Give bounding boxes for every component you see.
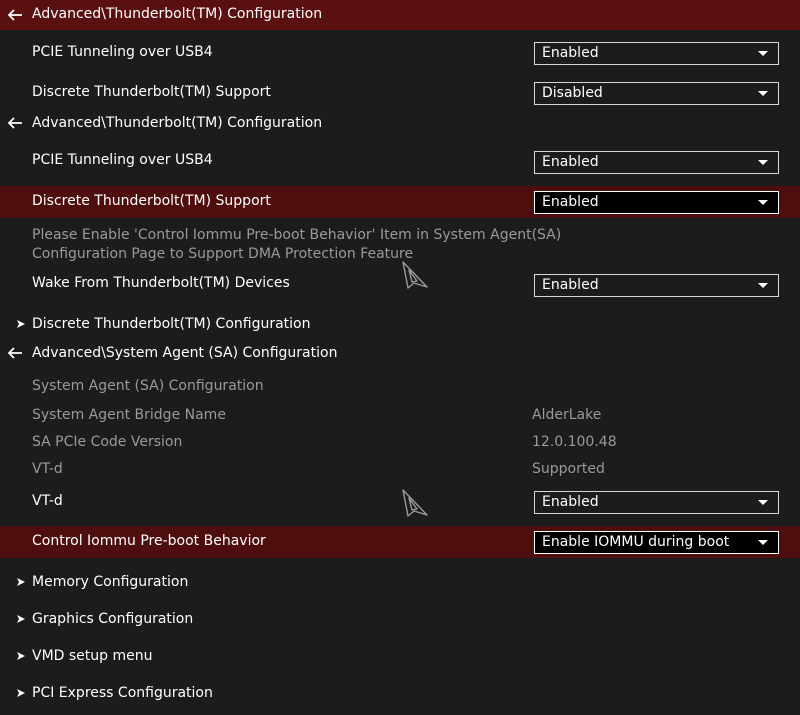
mouse-cursor-icon [402,489,428,517]
submenu-label: PCI Express Configuration [32,685,213,701]
mouse-cursor-icon [402,261,428,289]
chevron-right-icon [17,320,25,328]
info-row-bridge-name: System Agent Bridge Name AlderLake [0,402,800,428]
breadcrumb-path-3[interactable]: Advanced\System Agent (SA) Configuration [0,338,800,368]
info-label: VT-d [32,461,63,477]
submenu-label: Memory Configuration [32,574,189,590]
caret-down-icon [758,91,768,96]
setting-label: VT-d [32,493,63,509]
section-heading: System Agent (SA) Configuration [32,378,264,394]
info-value: AlderLake [532,407,602,423]
info-label: System Agent Bridge Name [32,407,226,423]
setting-row-discrete-tb-support-2[interactable]: Discrete Thunderbolt(TM) Support Enabled [0,186,800,218]
setting-label: Control Iommu Pre-boot Behavior [32,533,266,549]
submenu-label: VMD setup menu [32,648,153,664]
dropdown-value: Enabled [542,45,599,61]
discrete-tb-support-dropdown[interactable]: Enabled [534,191,779,214]
caret-down-icon [758,283,768,288]
help-text-line-2: Configuration Page to Support DMA Protec… [32,246,414,262]
iommu-preboot-dropdown[interactable]: Enable IOMMU during boot [534,531,779,554]
setting-label: Discrete Thunderbolt(TM) Support [32,84,271,100]
pcie-tunneling-dropdown[interactable]: Enabled [534,151,779,174]
dropdown-value: Enabled [542,494,599,510]
chevron-right-icon [17,578,25,586]
discrete-tb-support-dropdown[interactable]: Disabled [534,82,779,105]
setting-row-iommu-preboot[interactable]: Control Iommu Pre-boot Behavior Enable I… [0,526,800,558]
breadcrumb-text: Advanced\System Agent (SA) Configuration [32,345,338,361]
info-value: Supported [532,461,605,477]
info-row-pcie-code-version: SA PCIe Code Version 12.0.100.48 [0,429,800,455]
chevron-right-icon [17,615,25,623]
help-text-line-1: Please Enable 'Control Iommu Pre-boot Be… [32,227,562,243]
setting-row-discrete-tb-support-1[interactable]: Discrete Thunderbolt(TM) Support Disable… [0,76,800,110]
info-value: 12.0.100.48 [532,434,617,450]
chevron-right-icon [17,652,25,660]
caret-down-icon [758,160,768,165]
submenu-vmd-setup[interactable]: VMD setup menu [0,644,800,670]
dropdown-value: Enabled [542,194,599,210]
breadcrumb-path-2[interactable]: Advanced\Thunderbolt(TM) Configuration [0,108,800,138]
breadcrumb-path-1[interactable]: Advanced\Thunderbolt(TM) Configuration [0,0,800,30]
submenu-graphics-config[interactable]: Graphics Configuration [0,607,800,633]
wake-from-tb-dropdown[interactable]: Enabled [534,274,779,297]
setting-row-pcie-tunneling-2[interactable]: PCIE Tunneling over USB4 Enabled [0,145,800,179]
arrow-left-icon[interactable] [6,116,24,130]
submenu-label: Graphics Configuration [32,611,194,627]
vtd-dropdown[interactable]: Enabled [534,491,779,514]
setting-label: PCIE Tunneling over USB4 [32,44,213,60]
breadcrumb-text: Advanced\Thunderbolt(TM) Configuration [32,115,323,131]
dropdown-value: Enabled [542,154,599,170]
setting-label: Wake From Thunderbolt(TM) Devices [32,275,290,291]
submenu-memory-config[interactable]: Memory Configuration [0,570,800,596]
setting-row-pcie-tunneling-1[interactable]: PCIE Tunneling over USB4 Enabled [0,36,800,70]
arrow-left-icon[interactable] [6,8,24,22]
info-row-vtd-status: VT-d Supported [0,456,800,482]
chevron-right-icon [17,689,25,697]
info-label: SA PCIe Code Version [32,434,183,450]
dropdown-value: Enable IOMMU during boot [542,534,730,550]
submenu-pci-express-config[interactable]: PCI Express Configuration [0,681,800,707]
setting-label: Discrete Thunderbolt(TM) Support [32,193,271,209]
pcie-tunneling-dropdown[interactable]: Enabled [534,42,779,65]
caret-down-icon [758,51,768,56]
submenu-discrete-tb-config[interactable]: Discrete Thunderbolt(TM) Configuration [0,312,800,338]
dropdown-value: Enabled [542,277,599,293]
caret-down-icon [758,500,768,505]
submenu-label: Discrete Thunderbolt(TM) Configuration [32,316,311,332]
arrow-left-icon[interactable] [6,346,24,360]
breadcrumb-text: Advanced\Thunderbolt(TM) Configuration [32,6,323,22]
dropdown-value: Disabled [542,85,603,101]
caret-down-icon [758,540,768,545]
caret-down-icon [758,200,768,205]
setting-label: PCIE Tunneling over USB4 [32,152,213,168]
